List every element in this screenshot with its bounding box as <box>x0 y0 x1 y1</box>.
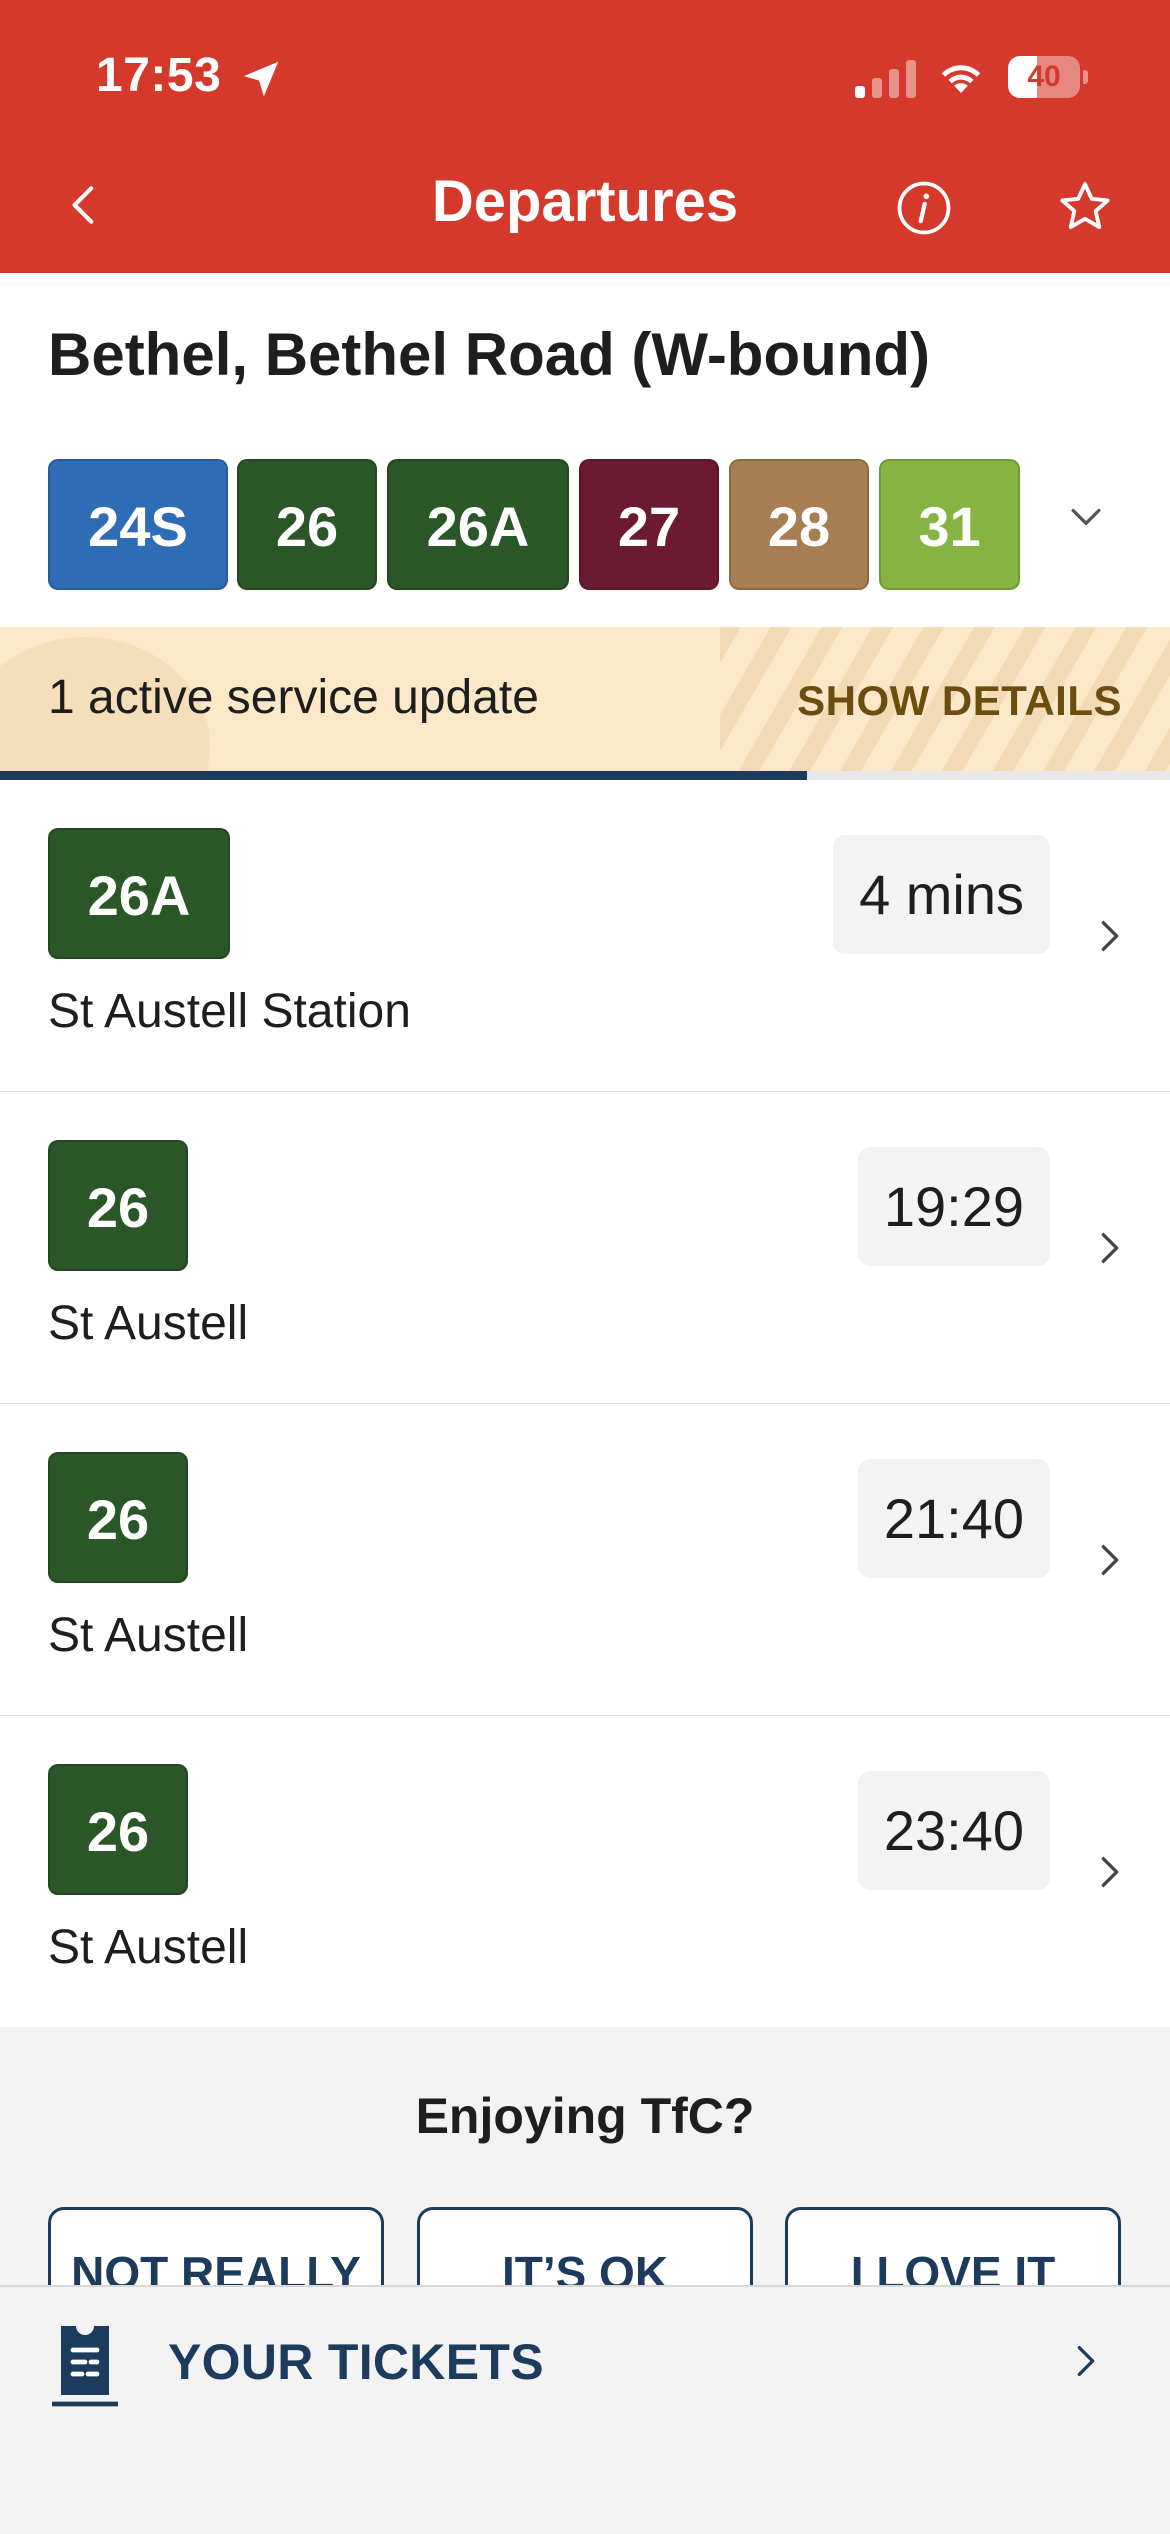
cellular-signal-icon <box>855 58 917 98</box>
favourite-star-icon[interactable] <box>1056 178 1114 236</box>
route-chip-28[interactable]: 28 <box>729 459 869 590</box>
your-tickets-bar[interactable]: YOUR TICKETS <box>0 2285 1170 2534</box>
route-chip-26[interactable]: 26 <box>237 459 377 590</box>
departure-destination: St Austell <box>48 1921 249 1974</box>
battery-percent: 40 <box>1027 60 1061 93</box>
location-arrow-icon <box>243 61 279 97</box>
its-ok-button[interactable]: IT’S OK <box>417 2207 753 2287</box>
chevron-right-icon <box>1101 1857 1119 1887</box>
chevron-right-icon <box>1101 1233 1119 1263</box>
departure-row[interactable]: 26A St Austell Station 4 mins <box>0 780 1170 1093</box>
chevron-right-icon <box>1077 2346 1095 2376</box>
stop-name: Bethel, Bethel Road (W-bound) <box>48 321 931 388</box>
wifi-icon <box>941 65 981 93</box>
departure-route-chip: 26 <box>48 1764 188 1895</box>
route-chip-26a[interactable]: 26A <box>387 459 569 590</box>
info-icon[interactable] <box>896 180 952 236</box>
departure-destination: St Austell Station <box>48 985 411 1038</box>
battery-indicator: 40 <box>1008 56 1088 98</box>
app-header: 17:53 40 Departures <box>0 0 1170 273</box>
show-details-button[interactable]: SHOW DETAILS <box>797 677 1122 725</box>
your-tickets-label: YOUR TICKETS <box>168 2334 544 2390</box>
service-update-text: 1 active service update <box>48 671 539 724</box>
service-update-banner[interactable]: 1 active service update SHOW DETAILS <box>0 627 1170 771</box>
departure-destination: St Austell <box>48 1297 249 1350</box>
ticket-icon <box>52 2326 118 2407</box>
route-chip-31[interactable]: 31 <box>879 459 1020 590</box>
departure-route-chip: 26 <box>48 1452 188 1583</box>
feedback-section: Enjoying TfC? NOT REALLY IT’S OK I LOVE … <box>0 2027 1170 2287</box>
not-really-button[interactable]: NOT REALLY <box>48 2207 384 2287</box>
expand-routes-chevron-icon[interactable] <box>1064 494 1108 538</box>
i-love-it-button[interactable]: I LOVE IT <box>785 2207 1121 2287</box>
departure-route-chip: 26 <box>48 1140 188 1271</box>
chevron-right-icon <box>1101 921 1119 951</box>
status-time: 17:53 <box>96 49 222 102</box>
refresh-progress-bar <box>0 771 1170 780</box>
departure-row[interactable]: 26 St Austell 21:40 <box>0 1404 1170 1717</box>
chevron-right-icon <box>1101 1545 1119 1575</box>
departure-row[interactable]: 26 St Austell 19:29 <box>0 1092 1170 1405</box>
departure-destination: St Austell <box>48 1609 249 1662</box>
route-chip-27[interactable]: 27 <box>579 459 719 590</box>
route-chip-24s[interactable]: 24S <box>48 459 228 590</box>
departure-time: 21:40 <box>857 1459 1050 1578</box>
departure-time: 19:29 <box>857 1147 1050 1266</box>
feedback-title: Enjoying TfC? <box>415 2088 755 2144</box>
departure-route-chip: 26A <box>48 828 230 959</box>
departure-time: 23:40 <box>857 1771 1050 1890</box>
departure-row[interactable]: 26 St Austell 23:40 <box>0 1716 1170 2029</box>
page-title: Departures <box>431 169 739 234</box>
departure-time: 4 mins <box>833 835 1050 954</box>
